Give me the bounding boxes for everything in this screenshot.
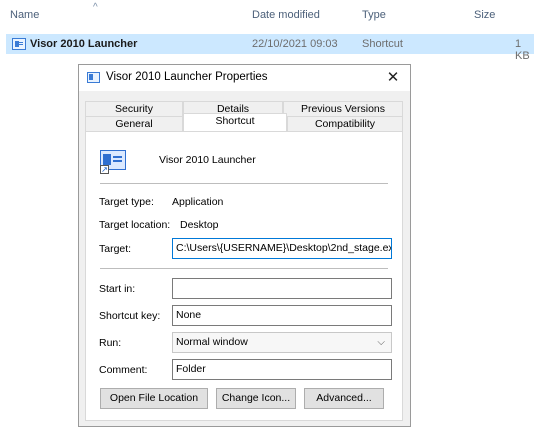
shortcut-file-icon: [12, 38, 26, 50]
target-label: Target:: [99, 243, 132, 255]
start-in-label: Start in:: [99, 283, 136, 295]
close-button[interactable]: ✕: [376, 65, 410, 91]
shortcut-key-label: Shortcut key:: [99, 310, 161, 322]
file-size: 1 KB: [515, 38, 530, 62]
open-file-location-button[interactable]: Open File Location: [100, 388, 208, 409]
column-header-row: ^ Name Date modified Type Size: [0, 0, 534, 30]
run-select-value: Normal window: [176, 336, 248, 348]
separator: [100, 183, 388, 184]
sort-ascending-icon: ^: [93, 2, 98, 13]
run-select[interactable]: Normal window ⌵: [172, 332, 392, 353]
target-type-label: Target type:: [99, 196, 154, 208]
shortcut-app-icon: [87, 72, 100, 83]
tab-shortcut[interactable]: Shortcut: [183, 113, 287, 131]
advanced-button[interactable]: Advanced...: [304, 388, 384, 409]
file-row-selected[interactable]: Visor 2010 Launcher 22/10/2021 09:03 Sho…: [6, 34, 534, 62]
column-header-size[interactable]: Size: [474, 9, 495, 21]
target-location-value: Desktop: [180, 219, 219, 231]
target-input[interactable]: C:\Users\{USERNAME}\Desktop\2nd_stage.ex…: [172, 238, 392, 259]
shortcut-key-input[interactable]: None: [172, 305, 392, 326]
dialog-titlebar[interactable]: Visor 2010 Launcher Properties ✕: [79, 65, 410, 91]
chevron-down-icon: ⌵: [377, 337, 385, 348]
comment-label: Comment:: [99, 364, 148, 376]
shortcut-name: Visor 2010 Launcher: [159, 154, 256, 166]
target-type-value: Application: [172, 196, 224, 208]
start-in-input[interactable]: [172, 278, 392, 299]
column-header-type[interactable]: Type: [362, 9, 386, 21]
tab-security[interactable]: Security: [85, 101, 183, 116]
shortcut-tab-panel: ↗ Visor 2010 Launcher Target type: Appli…: [85, 131, 403, 421]
tab-previous-versions[interactable]: Previous Versions: [283, 101, 403, 116]
properties-dialog: Visor 2010 Launcher Properties ✕ Securit…: [78, 64, 411, 427]
file-date-modified: 22/10/2021 09:03: [252, 38, 338, 50]
shortcut-large-icon: ↗: [100, 150, 126, 174]
comment-input[interactable]: Folder: [172, 359, 392, 380]
change-icon-button[interactable]: Change Icon...: [216, 388, 296, 409]
dialog-title: Visor 2010 Launcher Properties: [106, 71, 268, 83]
tab-general[interactable]: General: [85, 116, 183, 131]
tab-compatibility[interactable]: Compatibility: [287, 116, 403, 131]
file-name: Visor 2010 Launcher: [30, 38, 138, 50]
run-label: Run:: [99, 337, 122, 349]
column-header-date-modified[interactable]: Date modified: [252, 9, 320, 21]
file-type: Shortcut: [362, 38, 403, 50]
separator: [100, 268, 388, 269]
column-header-name[interactable]: Name: [10, 9, 39, 21]
target-location-label: Target location:: [99, 219, 171, 231]
